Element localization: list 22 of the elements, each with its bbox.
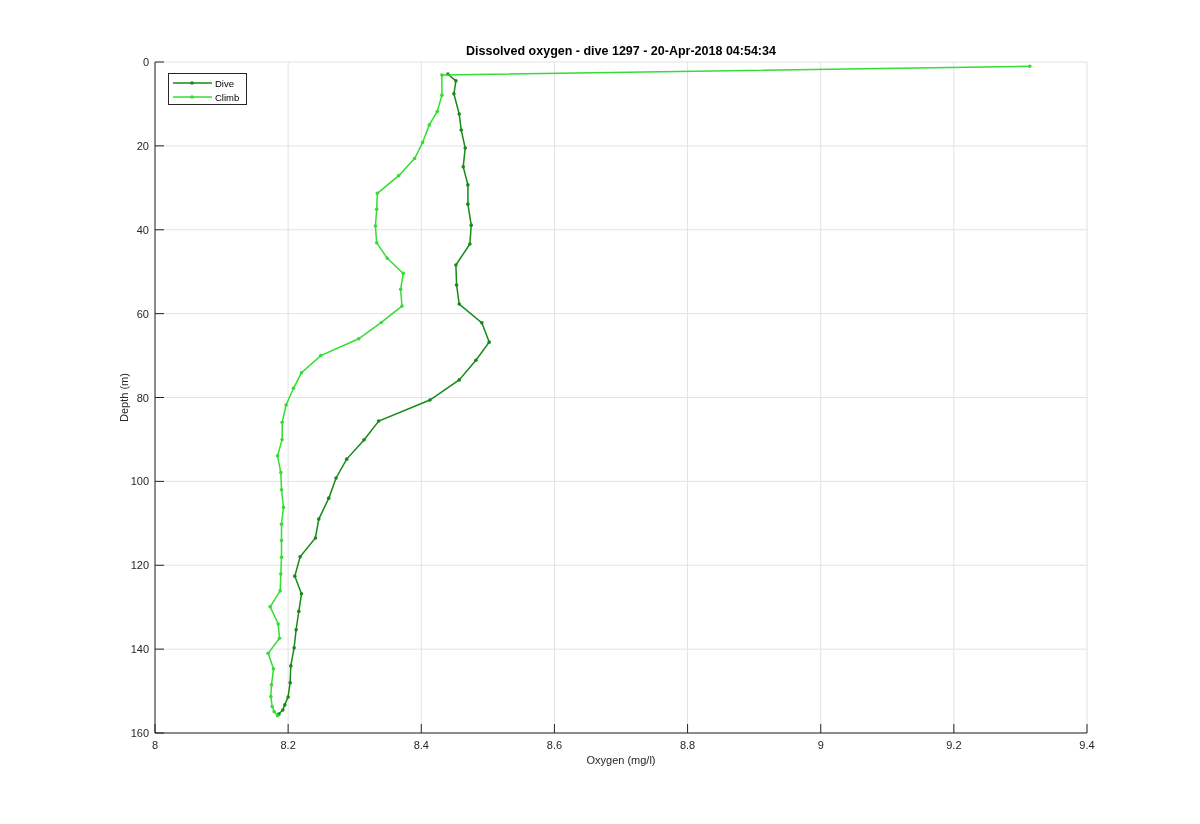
chart-title: Dissolved oxygen - dive 1297 - 20-Apr-2018 04:54:34 <box>466 44 776 58</box>
y-tick-label: 0 <box>142 56 149 68</box>
y-tick-label: 160 <box>130 727 149 739</box>
x-tick-label: 8.2 <box>280 739 296 751</box>
x-tick-label: 8.4 <box>413 739 429 751</box>
legend-label: Dive <box>215 77 234 89</box>
y-tick-label: 100 <box>130 475 149 488</box>
y-tick-label: 60 <box>136 307 149 320</box>
y-axis-label: Depth (m) <box>118 373 130 422</box>
x-tick-label: 8 <box>151 739 159 751</box>
x-tick-label: 9.4 <box>1079 739 1095 751</box>
x-tick-label: 8.6 <box>546 739 563 751</box>
y-tick-label: 80 <box>136 391 149 404</box>
legend-label: Climb <box>215 91 240 103</box>
y-tick-label: 40 <box>136 223 149 236</box>
y-tick-label: 140 <box>130 643 149 656</box>
x-axis-label: Oxygen (mg/l) <box>586 754 656 766</box>
x-tick-label: 9.2 <box>946 739 962 751</box>
x-tick-label: 9 <box>817 739 824 751</box>
x-tick-label: 8.8 <box>679 739 696 751</box>
y-tick-label: 120 <box>130 559 149 572</box>
y-tick-label: 20 <box>136 139 149 152</box>
